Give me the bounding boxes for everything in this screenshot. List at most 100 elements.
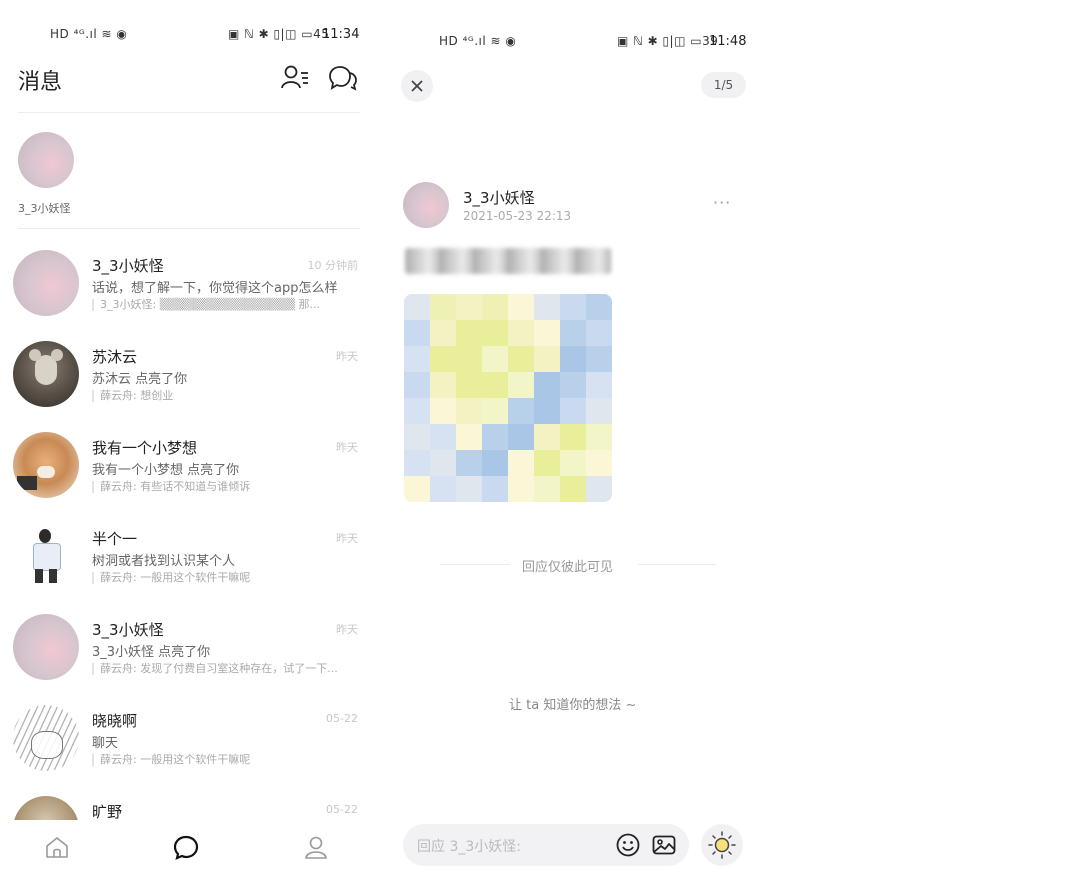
nav-messages[interactable] — [173, 834, 199, 864]
mosaic-tile — [404, 476, 430, 502]
list-item[interactable]: 半个一 昨天 树洞或者找到认识某个人 薛云舟: 一般用这个软件干嘛呢 — [0, 513, 370, 603]
avatar — [13, 705, 79, 771]
mosaic-tile — [560, 372, 586, 398]
mosaic-tile — [560, 424, 586, 450]
list-item[interactable]: 3_3小妖怪 10 分钟前 话说，想了解一下，你觉得这个app怎么样 3_3小妖… — [0, 240, 370, 330]
empty-reply-prompt: 让 ta 知道你的想法 ~ — [509, 698, 637, 713]
message-time: 昨天 — [336, 441, 358, 454]
mosaic-tile — [482, 294, 508, 320]
mosaic-tile — [482, 320, 508, 346]
status-time: 11:34 — [322, 27, 360, 42]
contact-name: 3_3小妖怪 — [92, 621, 164, 639]
mosaic-tile — [404, 398, 430, 424]
nav-home[interactable] — [44, 834, 70, 864]
contact-name: 我有一个小梦想 — [92, 439, 198, 457]
message-preview: 苏沐云 点亮了你 — [92, 372, 188, 387]
mosaic-tile — [508, 424, 534, 450]
avatar — [13, 523, 79, 589]
emoji-icon — [616, 833, 640, 857]
mosaic-tile — [586, 476, 612, 502]
mosaic-tile — [534, 372, 560, 398]
mosaic-tile — [534, 424, 560, 450]
status-signal: HD ⁴ᴳ.ıl ≋ ◉ — [50, 27, 128, 41]
more-options-button[interactable]: ··· — [713, 193, 731, 212]
list-item[interactable]: 苏沐云 昨天 苏沐云 点亮了你 薛云舟: 想创业 — [0, 331, 370, 421]
right-screen: HD ⁴ᴳ.ıl ≋ ◉ ▣ ℕ ✱ ▯|◫ ▭39 11:48 1/5 3_3… — [385, 0, 760, 874]
note-divider-left — [440, 564, 510, 565]
mosaic-tile — [560, 450, 586, 476]
contacts-button[interactable] — [280, 63, 310, 91]
note-divider-right — [638, 564, 716, 565]
close-button[interactable] — [401, 70, 433, 102]
mosaic-tile — [586, 346, 612, 372]
post-image[interactable] — [404, 294, 612, 502]
mosaic-tile — [404, 372, 430, 398]
mosaic-tile — [456, 424, 482, 450]
mosaic-tile — [482, 424, 508, 450]
mosaic-tile — [482, 372, 508, 398]
mosaic-tile — [534, 294, 560, 320]
message-time: 10 分钟前 — [307, 259, 359, 272]
mosaic-tile — [534, 476, 560, 502]
light-button[interactable] — [701, 824, 743, 866]
mosaic-tile — [586, 372, 612, 398]
emoji-button[interactable] — [615, 832, 641, 862]
message-time: 昨天 — [336, 532, 358, 545]
bottom-nav — [0, 820, 370, 874]
story-avatar[interactable] — [18, 132, 74, 188]
profile-icon — [305, 836, 327, 859]
message-time: 05-22 — [326, 803, 358, 816]
mosaic-tile — [404, 450, 430, 476]
contact-name: 晓晓啊 — [92, 712, 138, 730]
mosaic-tile — [560, 476, 586, 502]
message-preview: 聊天 — [92, 736, 119, 751]
mosaic-tile — [586, 398, 612, 424]
chat-icon — [173, 835, 199, 860]
list-item[interactable]: 旷野 05-22 — [0, 786, 370, 820]
new-chat-button[interactable] — [328, 64, 358, 92]
list-item[interactable]: 晓晓啊 05-22 聊天 薛云舟: 一般用这个软件干嘛呢 — [0, 695, 370, 785]
contact-name: 半个一 — [92, 530, 138, 548]
message-preview: 话说，想了解一下，你觉得这个app怎么样 — [92, 281, 338, 296]
nav-profile[interactable] — [303, 834, 329, 864]
avatar — [13, 250, 79, 316]
mosaic-tile — [560, 294, 586, 320]
post-date: 2021-05-23 22:13 — [463, 209, 572, 223]
contacts-icon — [281, 65, 308, 89]
home-icon — [46, 837, 68, 858]
mosaic-tile — [404, 294, 430, 320]
message-time: 05-22 — [326, 712, 358, 725]
author-name[interactable]: 3_3小妖怪 — [463, 187, 535, 208]
mosaic-tile — [586, 294, 612, 320]
reply-placeholder: 回应 3_3小妖怪: — [417, 839, 521, 855]
quoted-reply: 3_3小妖怪: ▒▒▒▒▒▒▒▒▒▒▒▒▒▒▒▒ 那... — [92, 299, 320, 311]
message-preview: 我有一个小梦想 点亮了你 — [92, 463, 240, 478]
mosaic-tile — [456, 450, 482, 476]
header-divider — [18, 112, 360, 113]
story-name: 3_3小妖怪 — [18, 202, 71, 215]
image-button[interactable] — [651, 832, 677, 862]
list-item[interactable]: 3_3小妖怪 昨天 3_3小妖怪 点亮了你 薛云舟: 发现了付费自习室这种存在，… — [0, 604, 370, 694]
quoted-reply: 薛云舟: 发现了付费自习室这种存在，试了一下... — [92, 663, 338, 675]
mosaic-tile — [508, 346, 534, 372]
reply-input[interactable]: 回应 3_3小妖怪: — [403, 824, 689, 866]
mosaic-tile — [560, 320, 586, 346]
quoted-reply: 薛云舟: 想创业 — [92, 390, 173, 402]
mosaic-tile — [482, 476, 508, 502]
status-time: 11:48 — [709, 34, 747, 49]
avatar — [13, 614, 79, 680]
mosaic-tile — [430, 450, 456, 476]
mosaic-tile — [586, 320, 612, 346]
quoted-reply: 薛云舟: 一般用这个软件干嘛呢 — [92, 754, 250, 766]
mosaic-tile — [586, 450, 612, 476]
mosaic-tile — [482, 346, 508, 372]
author-avatar[interactable] — [403, 182, 449, 228]
mosaic-tile — [534, 346, 560, 372]
mosaic-tile — [508, 372, 534, 398]
avatar — [13, 341, 79, 407]
mosaic-tile — [560, 346, 586, 372]
mosaic-tile — [534, 320, 560, 346]
mosaic-tile — [404, 320, 430, 346]
mosaic-tile — [430, 320, 456, 346]
list-item[interactable]: 我有一个小梦想 昨天 我有一个小梦想 点亮了你 薛云舟: 有些话不知道与谁倾诉 — [0, 422, 370, 512]
